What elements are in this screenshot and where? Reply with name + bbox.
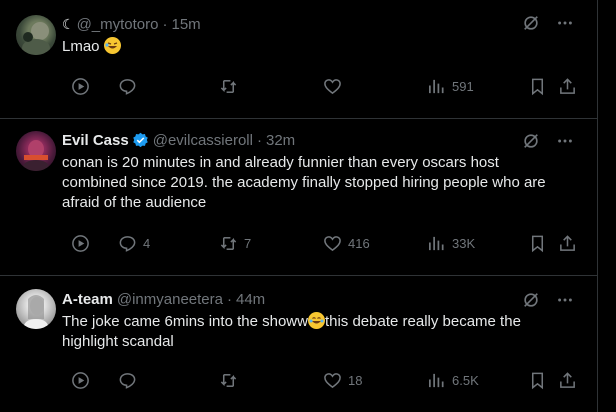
reply-icon (119, 236, 136, 252)
post-header: A-team @inmyaneetera · 44m (62, 289, 265, 309)
avatar[interactable] (16, 289, 56, 329)
more-options-icon[interactable] (555, 13, 575, 33)
reply-icon (119, 373, 136, 389)
like-count: 416 (348, 236, 370, 251)
post-top-icons (521, 131, 575, 151)
share-button[interactable] (558, 371, 577, 390)
separator: · (162, 15, 168, 33)
reply-button[interactable] (118, 371, 143, 390)
share-button[interactable] (558, 234, 577, 253)
grok-icon[interactable] (521, 131, 541, 151)
avatar-image (22, 22, 50, 55)
separator: · (256, 131, 262, 149)
post-time[interactable]: 44m (236, 291, 265, 308)
post-text: conan is 20 minutes in and already funni… (62, 154, 546, 211)
views-button[interactable]: 6.5K (427, 371, 479, 390)
views-button[interactable]: 591 (427, 77, 474, 96)
post-top-icons (521, 13, 575, 33)
bookmark-button[interactable] (528, 371, 547, 390)
bookmark-button[interactable] (528, 77, 547, 96)
timeline-feed: ☾ @_mytotoro · 15m Lmao 591 Evil Cass @e… (0, 0, 598, 412)
view-count: 591 (452, 79, 474, 94)
repost-button[interactable] (219, 77, 244, 96)
avatar-image (24, 295, 48, 329)
bookmark-button[interactable] (528, 234, 547, 253)
bookmark-icon (531, 235, 544, 253)
avatar[interactable] (16, 131, 56, 171)
reply-button[interactable]: 4 (118, 234, 150, 253)
share-button[interactable] (558, 77, 577, 96)
post-time[interactable]: 15m (171, 16, 200, 33)
like-count: 18 (348, 373, 363, 388)
user-name[interactable]: A-team (62, 291, 113, 308)
like-button[interactable]: 416 (323, 234, 370, 253)
repost-icon (220, 80, 237, 93)
rolling-laughing-emoji-icon (103, 37, 121, 54)
bookmark-icon (531, 372, 544, 390)
heart-icon (324, 79, 341, 95)
user-name[interactable]: Evil Cass (62, 132, 129, 149)
play-button[interactable] (71, 234, 90, 253)
views-icon (428, 373, 444, 388)
repost-icon (220, 237, 237, 250)
repost-icon (220, 374, 237, 387)
post-actions: 4 7 416 33K (62, 234, 582, 256)
play-icon (72, 372, 89, 389)
grok-icon[interactable] (521, 290, 541, 310)
post-text-part-1: The joke came 6mins into the showw (62, 313, 308, 330)
reply-count: 4 (143, 236, 151, 251)
share-icon (560, 78, 575, 94)
like-button[interactable]: 18 (323, 371, 362, 390)
bookmark-icon (531, 78, 544, 96)
reply-icon (119, 79, 136, 95)
avatar-image (23, 140, 49, 171)
play-button[interactable] (71, 77, 90, 96)
more-options-icon[interactable] (555, 290, 575, 310)
grok-icon[interactable] (521, 13, 541, 33)
like-button[interactable] (323, 77, 348, 96)
play-icon (72, 235, 89, 252)
avatar[interactable] (16, 15, 56, 55)
repost-button[interactable]: 7 (219, 234, 251, 253)
user-handle[interactable]: @_mytotoro (77, 16, 159, 33)
repost-count: 7 (244, 236, 252, 251)
crescent-moon-icon: ☾ (62, 15, 75, 32)
play-button[interactable] (71, 371, 90, 390)
share-icon (560, 235, 575, 251)
post-1[interactable]: ☾ @_mytotoro · 15m Lmao 591 (0, 0, 597, 119)
post-time[interactable]: 32m (266, 132, 295, 149)
post-text-content: Lmao (62, 38, 104, 55)
view-count: 33K (452, 236, 476, 251)
repost-button[interactable] (219, 371, 244, 390)
share-icon (560, 372, 575, 388)
user-handle[interactable]: @inmyaneetera (117, 291, 223, 308)
heart-icon (324, 373, 341, 389)
post-header: ☾ @_mytotoro · 15m (62, 14, 201, 34)
post-actions: 18 6.5K (62, 371, 582, 393)
post-top-icons (521, 290, 575, 310)
reply-button[interactable] (118, 77, 143, 96)
post-actions: 591 (62, 77, 582, 99)
user-handle[interactable]: @evilcassieroll (153, 132, 253, 149)
post-3[interactable]: A-team @inmyaneetera · 44m The joke came… (0, 276, 597, 412)
views-icon (428, 236, 444, 251)
post-header: Evil Cass @evilcassieroll · 32m (62, 130, 295, 150)
post-text: The joke came 6mins into the showw this … (62, 312, 552, 352)
separator: · (226, 290, 232, 308)
heart-icon (324, 236, 341, 252)
view-count: 6.5K (452, 373, 479, 388)
play-icon (72, 78, 89, 95)
post-text: Lmao (62, 37, 562, 57)
more-options-icon[interactable] (555, 131, 575, 151)
post-2[interactable]: Evil Cass @evilcassieroll · 32m conan is… (0, 119, 597, 276)
verified-badge-icon (132, 132, 148, 147)
tears-of-joy-emoji-icon (307, 312, 325, 329)
views-icon (428, 79, 444, 94)
views-button[interactable]: 33K (427, 234, 475, 253)
